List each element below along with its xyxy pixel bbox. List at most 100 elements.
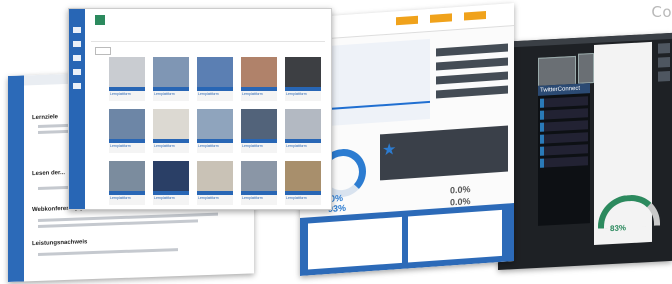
tile-image — [153, 57, 189, 87]
corner-text: Co — [651, 3, 672, 21]
catalog-toolbar — [91, 33, 325, 42]
tile-caption: Lernplattform — [198, 196, 219, 200]
filter-button[interactable] — [95, 47, 111, 55]
course-tile[interactable]: Lernplattform — [153, 109, 189, 153]
course-tile[interactable]: Lernplattform — [153, 161, 189, 205]
course-tile[interactable]: Lernplattform — [241, 109, 277, 153]
stat-value: 0.0% — [450, 184, 471, 196]
tile-image — [153, 109, 189, 139]
tile-caption: Lernplattform — [198, 144, 219, 148]
nav-icon[interactable] — [73, 27, 81, 33]
chat-message — [540, 120, 588, 132]
tile-caption: Lernplattform — [110, 144, 131, 148]
tile-bar — [197, 139, 233, 143]
tile-image — [285, 161, 321, 191]
tile-image — [109, 109, 145, 139]
course-tile[interactable]: Lernplattform — [197, 57, 233, 101]
tile-caption: Lernplattform — [154, 144, 175, 148]
trophy-icon: ★ — [382, 141, 397, 160]
tile-bar — [153, 139, 189, 143]
course-panel — [380, 125, 508, 181]
chat-message — [540, 144, 588, 156]
header-badge — [430, 13, 452, 23]
tile-bar — [109, 191, 145, 195]
tile-bar — [241, 139, 277, 143]
tile-caption: Lernplattform — [242, 92, 263, 96]
tile-image — [197, 57, 233, 87]
course-tile[interactable]: Lernplattform — [197, 109, 233, 153]
chat-panel: TwitterConnect — [538, 83, 590, 226]
header-badge — [464, 10, 486, 21]
chat-message — [540, 96, 588, 108]
chat-message — [540, 108, 588, 120]
tile-bar — [241, 191, 277, 195]
tile-image — [241, 57, 277, 87]
nav-icon[interactable] — [73, 55, 81, 61]
tile-image — [285, 57, 321, 87]
dashboard-screen: 0% 93% 7% ★ 0.0% 0.0% — [300, 3, 514, 276]
tile-bar — [197, 87, 233, 91]
course-tile[interactable]: Lernplattform — [153, 57, 189, 101]
tile-caption: Lernplattform — [110, 92, 131, 96]
header-badge — [396, 15, 418, 26]
catalog-sidebar — [69, 9, 85, 209]
tile-caption: Lernplattform — [286, 144, 307, 148]
nav-icon[interactable] — [73, 83, 81, 89]
course-tile[interactable]: Lernplattform — [241, 57, 277, 101]
stat-list — [436, 37, 508, 114]
tile-bar — [241, 87, 277, 91]
tile-image — [197, 109, 233, 139]
mini-table — [408, 209, 502, 263]
course-tile[interactable]: Lernplattform — [109, 161, 145, 205]
course-tile[interactable]: Lernplattform — [109, 109, 145, 153]
tool-icon[interactable] — [658, 56, 670, 68]
tile-bar — [285, 191, 321, 195]
tile-caption: Lernplattform — [242, 144, 263, 148]
tile-image — [285, 109, 321, 139]
tile-image — [241, 161, 277, 191]
section-heading: Lesen der... — [32, 170, 66, 178]
tile-bar — [109, 87, 145, 91]
nav-icon[interactable] — [73, 69, 81, 75]
tile-caption: Lernplattform — [198, 92, 219, 96]
tile-caption: Lernplattform — [286, 196, 307, 200]
tile-image — [153, 161, 189, 191]
tile-caption: Lernplattform — [154, 196, 175, 200]
tile-bar — [285, 139, 321, 143]
course-tile[interactable]: Lernplattform — [109, 57, 145, 101]
tile-bar — [109, 139, 145, 143]
nav-icon[interactable] — [73, 41, 81, 47]
tile-bar — [153, 191, 189, 195]
logo — [95, 15, 105, 25]
tile-bar — [153, 87, 189, 91]
webcam-tile — [578, 52, 594, 84]
tile-caption: Lernplattform — [286, 92, 307, 96]
course-sidebar — [8, 75, 24, 282]
tile-bar — [285, 87, 321, 91]
section-heading: Leistungsnachweis — [32, 239, 88, 248]
chat-title: TwitterConnect — [538, 83, 590, 96]
course-tile[interactable]: Lernplattform — [285, 161, 321, 205]
tile-bar — [197, 191, 233, 195]
dashboard-header — [300, 3, 514, 41]
mini-table — [308, 216, 402, 270]
video-conference-screen: TwitterConnect 83% — [498, 32, 672, 271]
course-catalog-screen: Lernplattform Lernplattform Lernplattform L… — [68, 8, 332, 210]
tile-caption: Lernplattform — [242, 196, 263, 200]
chat-message — [540, 156, 588, 168]
tile-image — [241, 109, 277, 139]
course-tile[interactable]: Lernplattform — [285, 57, 321, 101]
tile-caption: Lernplattform — [154, 92, 175, 96]
poll-gauge-value: 83% — [610, 223, 627, 234]
tile-image — [197, 161, 233, 191]
tool-icon[interactable] — [658, 42, 670, 54]
chat-message — [540, 132, 588, 144]
text-line — [38, 248, 178, 256]
section-heading: Lernziele — [32, 114, 59, 122]
course-tile[interactable]: Lernplattform — [197, 161, 233, 205]
course-tile[interactable]: Lernplattform — [285, 109, 321, 153]
tool-icon[interactable] — [658, 70, 670, 82]
tile-image — [109, 57, 145, 87]
course-tile[interactable]: Lernplattform — [241, 161, 277, 205]
tile-caption: Lernplattform — [110, 196, 131, 200]
